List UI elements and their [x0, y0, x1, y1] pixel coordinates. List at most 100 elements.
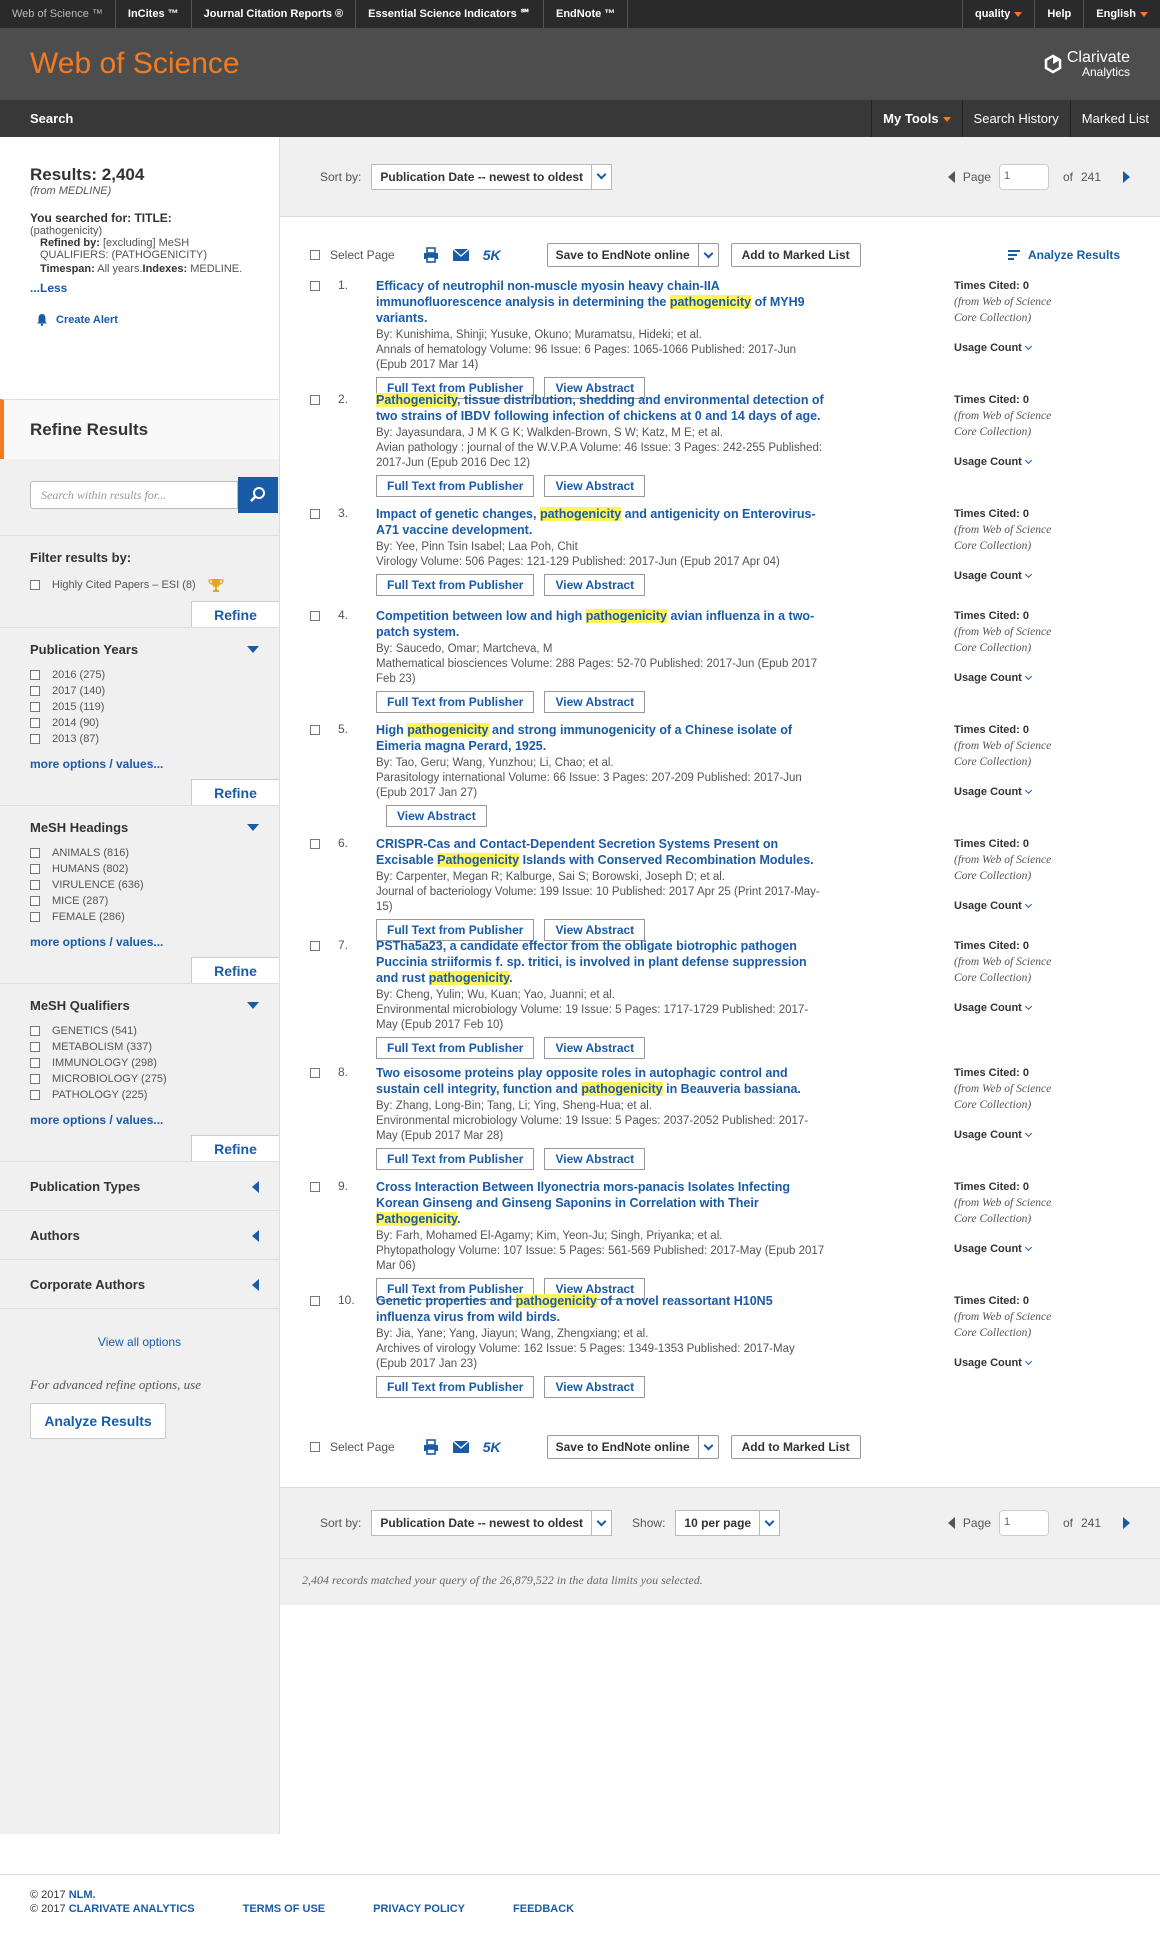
filter-item[interactable]: 2013 (87)	[30, 733, 279, 745]
feedback-link[interactable]: FEEDBACK	[513, 1903, 574, 1915]
checkbox[interactable]	[30, 718, 40, 728]
times-cited[interactable]: Times Cited: 0	[954, 1293, 1051, 1309]
view-abstract-button[interactable]: View Abstract	[544, 1376, 646, 1398]
usage-count-toggle[interactable]: Usage Count	[954, 454, 1051, 470]
times-cited[interactable]: Times Cited: 0	[954, 722, 1051, 738]
sort-select[interactable]: Publication Date -- newest to oldest	[371, 1510, 613, 1536]
filter-item[interactable]: MICE (287)	[30, 895, 279, 907]
filter-item[interactable]: PATHOLOGY (225)	[30, 1089, 279, 1101]
refine-button[interactable]: Refine	[191, 957, 279, 983]
checkbox[interactable]	[30, 670, 40, 680]
filter-item[interactable]: MICROBIOLOGY (275)	[30, 1073, 279, 1085]
next-page-icon[interactable]	[1123, 1517, 1130, 1529]
checkbox[interactable]	[30, 1042, 40, 1052]
checkbox[interactable]	[30, 1074, 40, 1084]
checkbox[interactable]	[30, 896, 40, 906]
record-title[interactable]: High pathogenicity and strong immunogeni…	[376, 722, 826, 754]
usage-count-toggle[interactable]: Usage Count	[954, 1241, 1051, 1257]
record-checkbox[interactable]	[310, 839, 320, 849]
filter-item[interactable]: 2016 (275)	[30, 669, 279, 681]
checkbox[interactable]	[30, 1026, 40, 1036]
filter-item[interactable]: IMMUNOLOGY (298)	[30, 1057, 279, 1069]
privacy-policy-link[interactable]: PRIVACY POLICY	[373, 1903, 465, 1915]
usage-count-toggle[interactable]: Usage Count	[954, 1127, 1051, 1143]
checkbox[interactable]	[30, 864, 40, 874]
nlm-link[interactable]: NLM.	[69, 1889, 96, 1901]
product-link-jcr[interactable]: Journal Citation Reports ®	[192, 0, 357, 28]
add-marked-list-button[interactable]: Add to Marked List	[730, 1435, 861, 1459]
filter-item[interactable]: FEMALE (286)	[30, 911, 279, 923]
checkbox[interactable]	[30, 734, 40, 744]
filter-item[interactable]: ANIMALS (816)	[30, 847, 279, 859]
full-text-button[interactable]: Full Text from Publisher	[376, 475, 535, 497]
usage-count-toggle[interactable]: Usage Count	[954, 670, 1051, 686]
record-checkbox[interactable]	[310, 395, 320, 405]
select-page-checkbox[interactable]	[310, 250, 320, 260]
full-text-button[interactable]: Full Text from Publisher	[376, 1376, 535, 1398]
times-cited[interactable]: Times Cited: 0	[954, 506, 1051, 522]
collapse-icon[interactable]	[247, 824, 259, 831]
checkbox[interactable]	[30, 580, 40, 590]
usage-count-toggle[interactable]: Usage Count	[954, 340, 1051, 356]
filter-item[interactable]: 2017 (140)	[30, 685, 279, 697]
times-cited[interactable]: Times Cited: 0	[954, 938, 1051, 954]
filter-item[interactable]: VIRULENCE (636)	[30, 879, 279, 891]
filter-highly-cited[interactable]: Highly Cited Papers – ESI (8)	[30, 577, 279, 593]
record-title[interactable]: Impact of genetic changes, pathogenicity…	[376, 506, 826, 538]
usage-count-toggle[interactable]: Usage Count	[954, 1355, 1051, 1371]
filter-publication-types[interactable]: Publication Types	[0, 1162, 279, 1211]
wos-logo[interactable]: Web of Science	[30, 47, 240, 81]
collapse-icon[interactable]	[247, 646, 259, 653]
view-abstract-button[interactable]: View Abstract	[544, 691, 646, 713]
less-link[interactable]: ...Less	[30, 281, 249, 295]
full-text-button[interactable]: Full Text from Publisher	[376, 574, 535, 596]
view-abstract-button[interactable]: View Abstract	[544, 1148, 646, 1170]
prev-page-icon[interactable]	[947, 1517, 955, 1529]
nav-search[interactable]: Search	[0, 100, 73, 137]
email-icon[interactable]	[452, 1441, 469, 1453]
checkbox[interactable]	[30, 1090, 40, 1100]
filter-authors[interactable]: Authors	[0, 1211, 279, 1260]
record-title[interactable]: Cross Interaction Between Ilyonectria mo…	[376, 1179, 826, 1227]
filter-item[interactable]: HUMANS (802)	[30, 863, 279, 875]
checkbox[interactable]	[30, 848, 40, 858]
more-options-link[interactable]: more options / values...	[30, 1113, 279, 1127]
record-checkbox[interactable]	[310, 941, 320, 951]
more-options-link[interactable]: more options / values...	[30, 757, 279, 771]
record-title[interactable]: Genetic properties and pathogenicity of …	[376, 1293, 826, 1325]
terms-of-use-link[interactable]: TERMS OF USE	[243, 1903, 326, 1915]
filter-item[interactable]: METABOLISM (337)	[30, 1041, 279, 1053]
search-within-button[interactable]	[238, 477, 278, 513]
record-title[interactable]: Pathogenicity, tissue distribution, shed…	[376, 392, 826, 424]
times-cited[interactable]: Times Cited: 0	[954, 392, 1051, 408]
page-input[interactable]: 1	[998, 163, 1049, 190]
save-endnote-select[interactable]: Save to EndNote online	[546, 1435, 719, 1459]
nav-marked-list[interactable]: Marked List	[1069, 100, 1160, 137]
record-title[interactable]: Two eisosome proteins play opposite role…	[376, 1065, 826, 1097]
language-menu[interactable]: English	[1083, 0, 1160, 28]
times-cited[interactable]: Times Cited: 0	[954, 1065, 1051, 1081]
nav-search-history[interactable]: Search History	[961, 100, 1070, 137]
expand-icon[interactable]	[252, 1181, 259, 1193]
record-checkbox[interactable]	[310, 611, 320, 621]
view-all-options-link[interactable]: View all options	[0, 1335, 279, 1349]
product-link-esi[interactable]: Essential Science Indicators ℠	[356, 0, 544, 28]
record-checkbox[interactable]	[310, 281, 320, 291]
refine-button[interactable]: Refine	[191, 779, 279, 805]
record-checkbox[interactable]	[310, 1068, 320, 1078]
record-title[interactable]: CRISPR-Cas and Contact-Dependent Secreti…	[376, 836, 826, 868]
times-cited[interactable]: Times Cited: 0	[954, 278, 1051, 294]
view-abstract-button[interactable]: View Abstract	[386, 805, 487, 827]
email-icon[interactable]	[452, 249, 469, 261]
export-5k-button[interactable]: 5K	[483, 247, 501, 263]
save-endnote-select[interactable]: Save to EndNote online	[546, 243, 719, 267]
checkbox[interactable]	[30, 686, 40, 696]
product-link-wos[interactable]: Web of Science ™	[0, 0, 116, 28]
record-title[interactable]: Efficacy of neutrophil non-muscle myosin…	[376, 278, 826, 326]
expand-icon[interactable]	[252, 1230, 259, 1242]
usage-count-toggle[interactable]: Usage Count	[954, 568, 1051, 584]
full-text-button[interactable]: Full Text from Publisher	[376, 1148, 535, 1170]
product-link-endnote[interactable]: EndNote ™	[544, 0, 629, 28]
per-page-select[interactable]: 10 per page	[675, 1510, 781, 1536]
search-within-input[interactable]: Search within results for...	[30, 481, 238, 509]
